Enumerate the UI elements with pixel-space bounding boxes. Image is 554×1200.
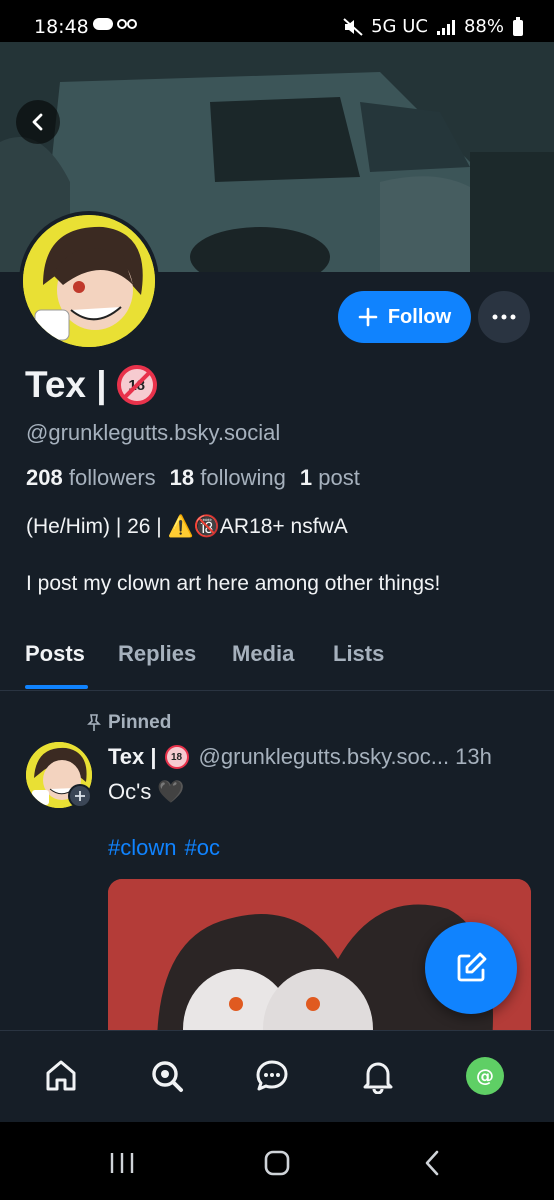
pinned-indicator: Pinned — [86, 712, 171, 734]
nav-home[interactable] — [38, 1053, 84, 1099]
hashtag-link[interactable]: #clown — [108, 835, 176, 861]
home-square-icon — [264, 1150, 290, 1176]
profile-avatar-icon: @ — [466, 1057, 504, 1095]
post-age-badge: 18 — [164, 745, 189, 769]
active-tab-indicator — [25, 685, 88, 689]
display-name: Tex | 18 — [25, 364, 157, 406]
nav-profile[interactable]: @ — [462, 1053, 508, 1099]
clock: 18:48 — [34, 16, 89, 38]
home-system-button[interactable] — [257, 1148, 297, 1178]
notification-icons — [92, 15, 140, 38]
plus-icon — [358, 307, 378, 327]
home-icon — [46, 1060, 76, 1091]
profile-tabs: Posts Replies Media Lists — [0, 635, 554, 691]
tab-media[interactable]: Media — [232, 641, 294, 667]
recents-button[interactable] — [102, 1148, 142, 1178]
post-author-name[interactable]: Tex | — [108, 744, 157, 770]
system-navigation-bar — [0, 1122, 554, 1200]
mute-icon — [343, 17, 363, 36]
posts-count: 1 — [299, 465, 313, 490]
status-right: 5G UC 88% — [343, 16, 524, 37]
followers-label: followers — [68, 465, 156, 490]
compose-button[interactable] — [425, 922, 517, 1014]
posts-stat: 1 post — [300, 465, 360, 491]
back-system-button[interactable] — [412, 1148, 452, 1178]
back-chevron-icon — [425, 1150, 439, 1176]
search-icon — [152, 1061, 183, 1092]
network-label: 5G UC — [371, 16, 428, 37]
more-options-button[interactable] — [478, 291, 530, 343]
post-timestamp: 13h — [455, 744, 492, 769]
tab-replies[interactable]: Replies — [118, 641, 196, 667]
profile-avatar[interactable] — [19, 211, 159, 351]
battery-level: 88% — [463, 16, 504, 37]
chat-icon — [256, 1060, 288, 1091]
plus-icon — [75, 791, 85, 801]
compose-icon — [457, 952, 487, 982]
post-text: Oc's 🖤 — [108, 779, 185, 804]
back-button[interactable] — [16, 100, 60, 144]
profile-handle: @grunklegutts.bsky.social — [26, 420, 281, 445]
following-label: following — [200, 465, 286, 490]
chevron-left-icon — [32, 113, 43, 131]
bottom-navigation: @ — [0, 1030, 554, 1122]
hashtag-link[interactable]: #oc — [184, 835, 219, 861]
post-header: Tex | 18 @grunklegutts.bsky.soc... 13h — [108, 744, 532, 770]
nav-notifications[interactable] — [355, 1053, 401, 1099]
pin-icon — [87, 714, 101, 731]
battery-icon — [513, 16, 523, 36]
follow-button[interactable]: Follow — [338, 291, 471, 343]
age-restricted-badge: 18 — [116, 365, 157, 405]
tab-posts[interactable]: Posts — [25, 641, 85, 667]
signal-icon — [436, 19, 455, 35]
bio-line-2: I post my clown art here among other thi… — [26, 572, 441, 595]
profile-stats: 208 followers 18 following 1 post — [26, 465, 360, 491]
ellipsis-icon — [492, 314, 516, 320]
bell-icon — [363, 1062, 393, 1094]
bio-line-1: (He/Him) | 26 | ⚠️🔞AR18+ nsfwA — [26, 515, 348, 538]
follow-author-plus-button[interactable] — [68, 784, 92, 808]
following-stat[interactable]: 18 following — [170, 465, 286, 491]
follow-label: Follow — [387, 305, 452, 328]
followers-count: 208 — [26, 465, 63, 490]
pinned-label: Pinned — [108, 712, 172, 733]
nav-search[interactable] — [144, 1053, 190, 1099]
gamepad-icon — [93, 18, 137, 30]
nav-chat[interactable] — [249, 1053, 295, 1099]
recents-icon — [110, 1153, 134, 1173]
following-count: 18 — [169, 465, 195, 490]
tab-lists[interactable]: Lists — [333, 641, 384, 667]
avatar-image — [23, 215, 155, 347]
posts-label: post — [318, 465, 360, 490]
post-author-handle[interactable]: @grunklegutts.bsky.soc... — [199, 744, 450, 770]
display-name-text: Tex | — [25, 364, 107, 405]
status-bar: 18:48 5G UC 88% — [0, 0, 554, 42]
post-hashtags: #clown #oc — [108, 835, 220, 861]
followers-stat[interactable]: 208 followers — [26, 465, 156, 491]
